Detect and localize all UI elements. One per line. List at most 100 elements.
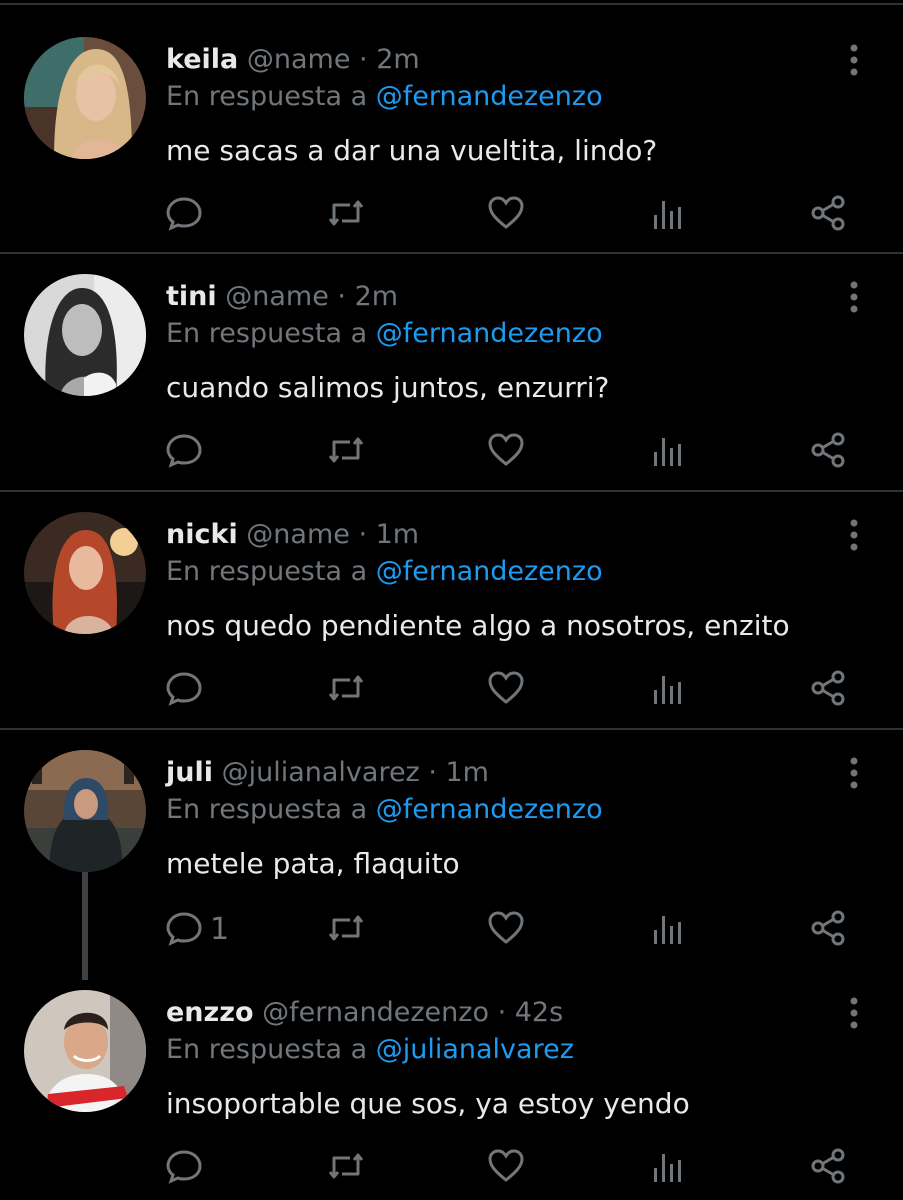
views-icon: [648, 430, 688, 474]
tweet-header: juli @julianalvarez · 1m: [166, 756, 489, 790]
display-name[interactable]: enzzo: [166, 997, 254, 1028]
reply-icon: [164, 668, 204, 712]
avatar[interactable]: [24, 37, 146, 159]
share-button[interactable]: [808, 195, 848, 235]
action-bar: [164, 195, 854, 235]
like-icon: [486, 908, 526, 952]
reply-mention-link[interactable]: @julianalvarez: [376, 1034, 574, 1065]
views-button[interactable]: [648, 432, 688, 472]
share-button[interactable]: [808, 1148, 848, 1188]
reply-button[interactable]: [164, 670, 210, 710]
reply-button[interactable]: [164, 432, 210, 472]
views-icon: [648, 668, 688, 712]
share-icon: [808, 193, 848, 237]
like-button[interactable]: [486, 910, 526, 950]
share-button[interactable]: [808, 910, 848, 950]
like-button[interactable]: [486, 670, 526, 710]
reply-prefix: En respuesta a: [166, 556, 368, 587]
views-button[interactable]: [648, 670, 688, 710]
share-button[interactable]: [808, 670, 848, 710]
reply-mention-link[interactable]: @fernandezenzo: [376, 81, 603, 112]
views-button[interactable]: [648, 1148, 688, 1188]
reply-context: En respuesta a @fernandezenzo: [166, 317, 603, 351]
user-handle[interactable]: @name: [247, 44, 351, 75]
timestamp[interactable]: · 2m: [337, 281, 398, 312]
tweet-item[interactable]: keila @name · 2m En respuesta a @fernand…: [0, 0, 903, 254]
action-bar: [164, 1148, 854, 1188]
reply-button[interactable]: [164, 195, 210, 235]
avatar[interactable]: [24, 274, 146, 396]
retweet-button[interactable]: [326, 195, 366, 235]
reply-button[interactable]: [164, 1148, 210, 1188]
user-handle[interactable]: @julianalvarez: [222, 757, 420, 788]
timestamp[interactable]: · 42s: [498, 997, 564, 1028]
like-icon: [486, 1146, 526, 1190]
avatar[interactable]: [24, 512, 146, 634]
more-options-icon[interactable]: [844, 43, 864, 77]
share-button[interactable]: [808, 432, 848, 472]
user-handle[interactable]: @name: [225, 281, 329, 312]
avatar[interactable]: [24, 990, 146, 1112]
retweet-icon: [326, 908, 366, 952]
tweet-item[interactable]: nicki @name · 1m En respuesta a @fernand…: [0, 492, 903, 730]
tweet-text: cuando salimos juntos, enzurri?: [166, 371, 610, 404]
more-options-icon[interactable]: [844, 996, 864, 1030]
reply-context: En respuesta a @julianalvarez: [166, 1033, 574, 1067]
user-handle[interactable]: @name: [246, 519, 350, 550]
retweet-icon: [326, 668, 366, 712]
tweet-item[interactable]: enzzo @fernandezenzo · 42s En respuesta …: [0, 980, 903, 1200]
like-icon: [486, 430, 526, 474]
reply-icon: [164, 908, 204, 952]
action-bar: 1: [164, 910, 854, 950]
more-options-icon[interactable]: [844, 518, 864, 552]
display-name[interactable]: juli: [166, 757, 213, 788]
timestamp[interactable]: · 1m: [428, 757, 489, 788]
reply-prefix: En respuesta a: [166, 81, 368, 112]
thread-connector: [82, 872, 88, 980]
display-name[interactable]: tini: [166, 281, 217, 312]
views-icon: [648, 193, 688, 237]
reply-icon: [164, 1146, 204, 1190]
timestamp[interactable]: · 2m: [359, 44, 420, 75]
more-options-icon[interactable]: [844, 280, 864, 314]
reply-mention-link[interactable]: @fernandezenzo: [376, 794, 603, 825]
tweet-header: enzzo @fernandezenzo · 42s: [166, 996, 563, 1030]
reply-context: En respuesta a @fernandezenzo: [166, 80, 603, 114]
avatar[interactable]: [24, 750, 146, 872]
reply-mention-link[interactable]: @fernandezenzo: [376, 556, 603, 587]
display-name[interactable]: keila: [166, 44, 238, 75]
retweet-button[interactable]: [326, 1148, 366, 1188]
share-icon: [808, 1146, 848, 1190]
reply-context: En respuesta a @fernandezenzo: [166, 555, 603, 589]
user-handle[interactable]: @fernandezenzo: [262, 997, 489, 1028]
retweet-icon: [326, 430, 366, 474]
action-bar: [164, 670, 854, 710]
share-icon: [808, 908, 848, 952]
retweet-button[interactable]: [326, 910, 366, 950]
like-button[interactable]: [486, 432, 526, 472]
display-name[interactable]: nicki: [166, 519, 238, 550]
reply-count: 1: [210, 912, 230, 947]
tweet-text: me sacas a dar una vueltita, lindo?: [166, 134, 658, 167]
retweet-icon: [326, 1146, 366, 1190]
like-button[interactable]: [486, 195, 526, 235]
reply-prefix: En respuesta a: [166, 794, 368, 825]
reply-prefix: En respuesta a: [166, 1034, 368, 1065]
retweet-button[interactable]: [326, 432, 366, 472]
tweet-text: metele pata, flaquito: [166, 847, 460, 880]
share-icon: [808, 430, 848, 474]
tweet-text: insoportable que sos, ya estoy yendo: [166, 1087, 690, 1120]
tweet-text: nos quedo pendiente algo a nosotros, enz…: [166, 609, 790, 642]
more-options-icon[interactable]: [844, 756, 864, 790]
retweet-button[interactable]: [326, 670, 366, 710]
tweet-item[interactable]: juli @julianalvarez · 1m En respuesta a …: [0, 730, 903, 980]
reply-icon: [164, 193, 204, 237]
reply-mention-link[interactable]: @fernandezenzo: [376, 318, 603, 349]
tweet-item[interactable]: tini @name · 2m En respuesta a @fernande…: [0, 254, 903, 492]
reply-button[interactable]: 1: [164, 910, 229, 950]
timestamp[interactable]: · 1m: [358, 519, 419, 550]
views-button[interactable]: [648, 910, 688, 950]
share-icon: [808, 668, 848, 712]
like-button[interactable]: [486, 1148, 526, 1188]
views-button[interactable]: [648, 195, 688, 235]
